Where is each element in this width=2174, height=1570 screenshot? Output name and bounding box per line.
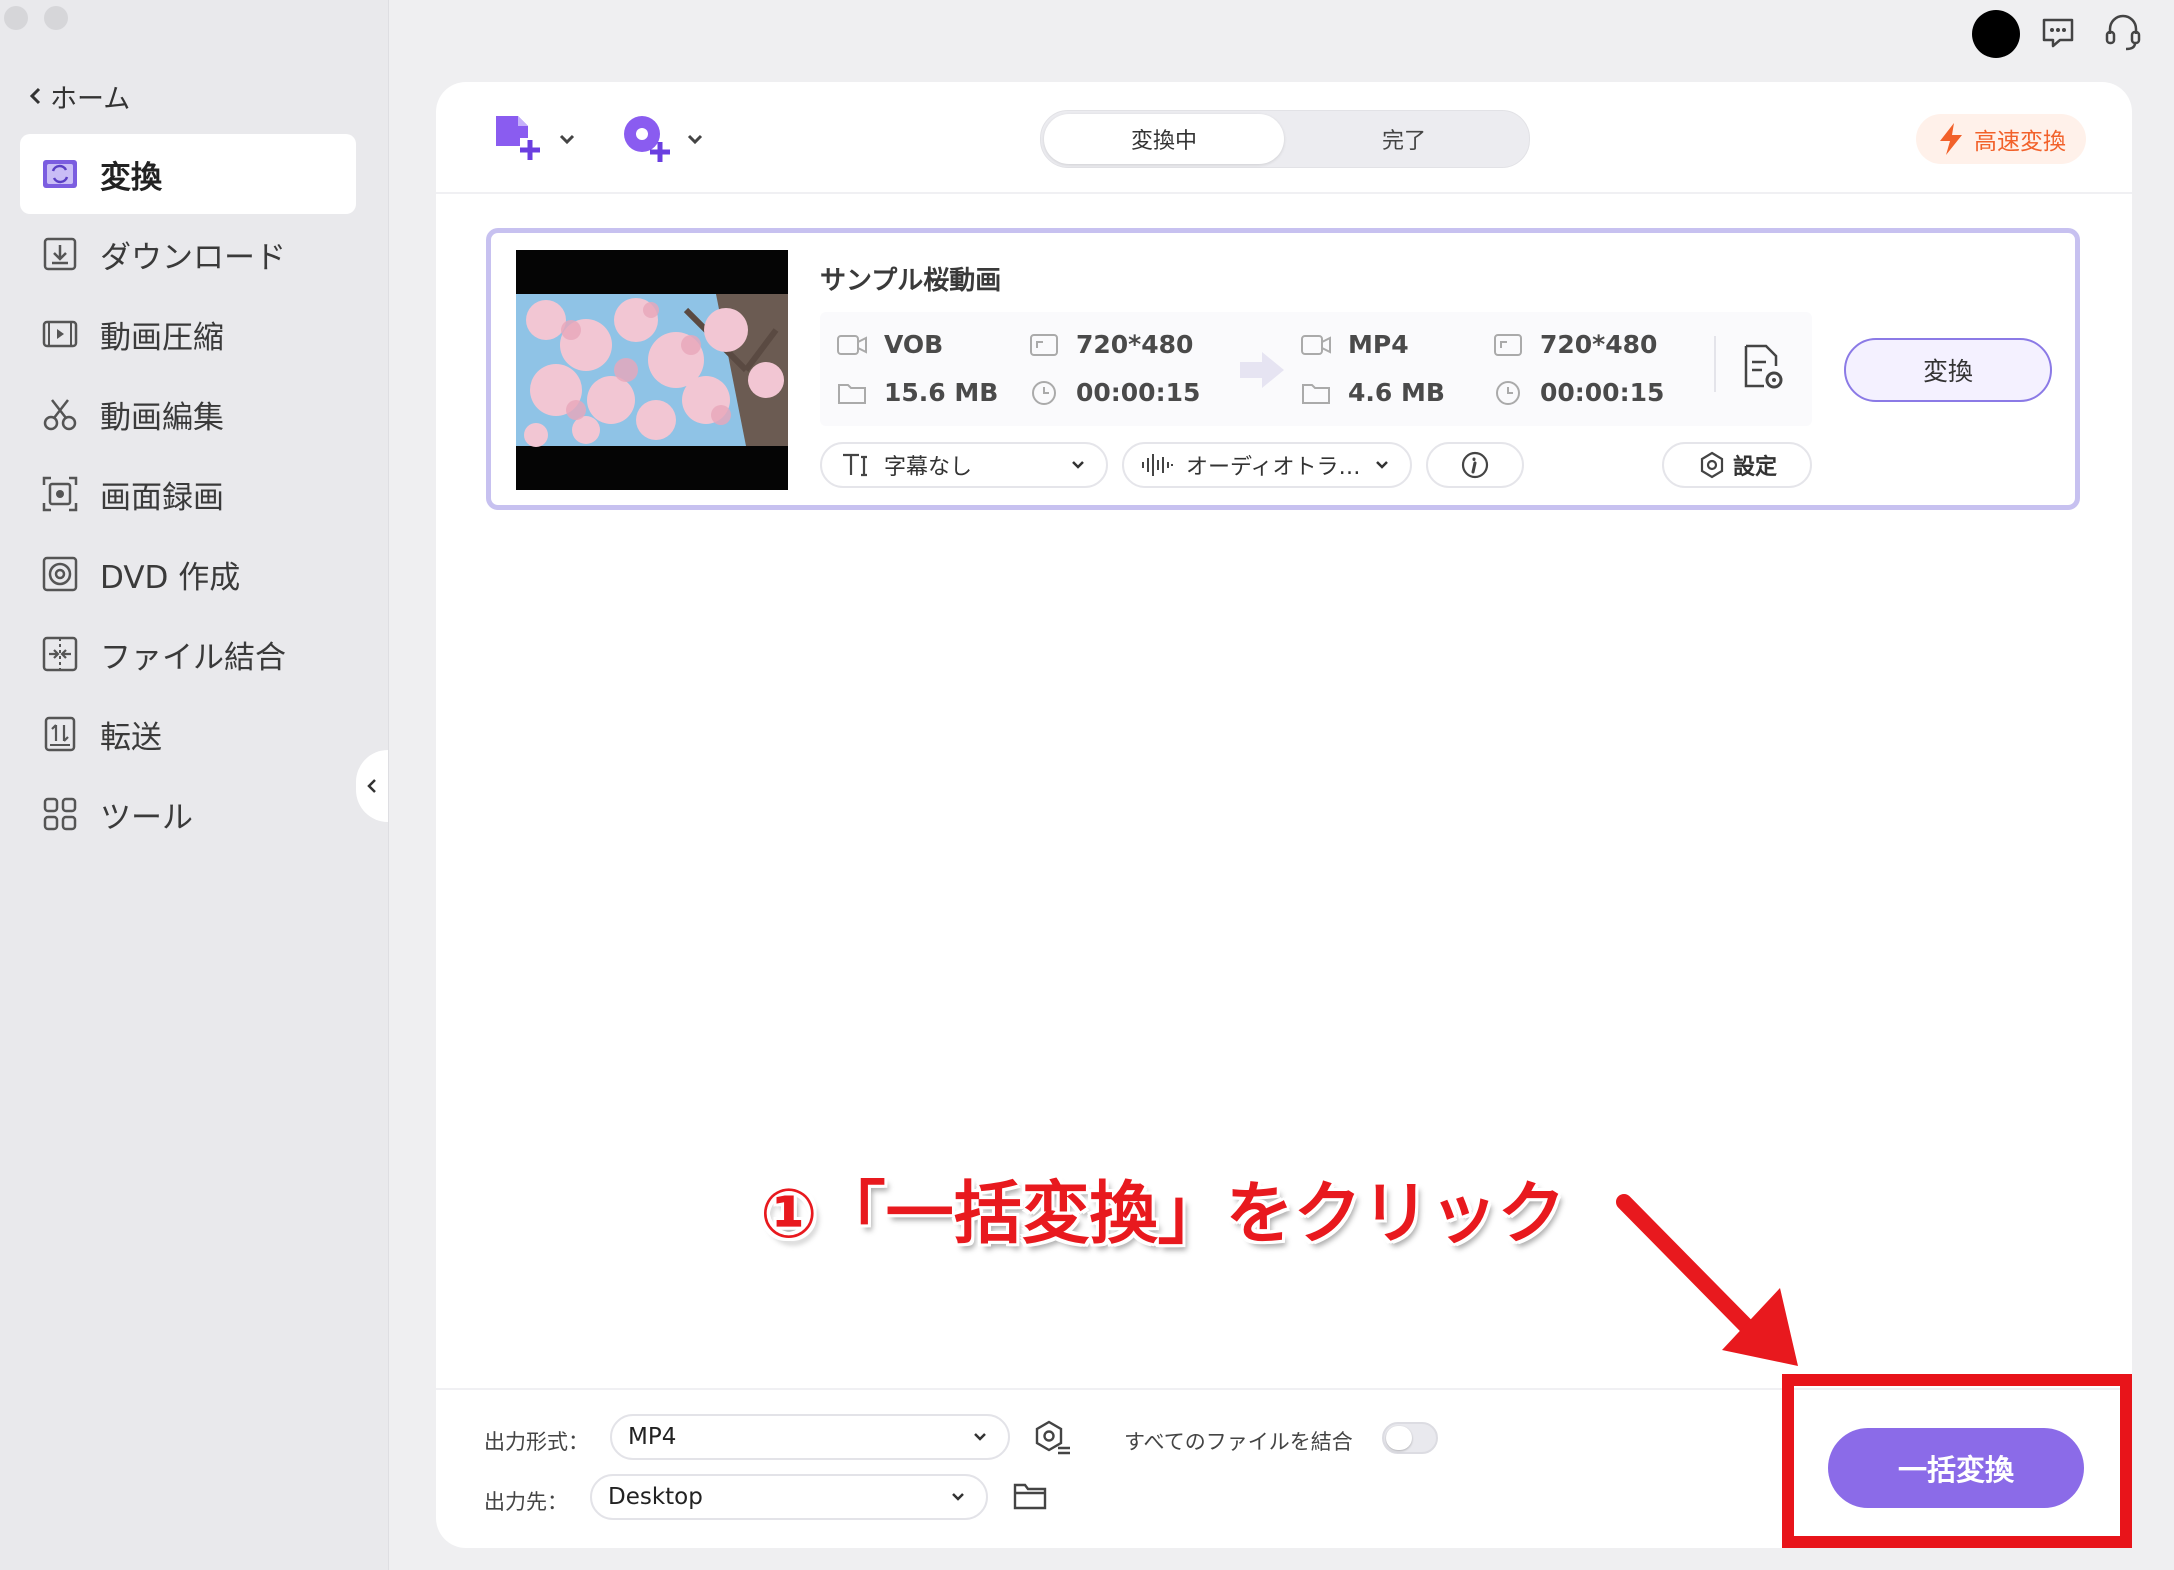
screen-record-icon (40, 474, 80, 514)
output-settings-icon[interactable] (1738, 342, 1788, 392)
subtitle-icon (840, 452, 870, 478)
tools-icon (40, 794, 80, 834)
sidebar-item-edit[interactable]: 動画編集 (20, 374, 356, 454)
output-format-label: 出力形式： (484, 1430, 589, 1454)
sidebar-item-label: DVD 作成 (100, 559, 241, 596)
target-duration: 00:00:15 (1540, 378, 1665, 407)
target-format: MP4 (1348, 330, 1409, 359)
lightning-icon (1936, 121, 1966, 157)
sidebar-item-merge[interactable]: ファイル結合 (20, 614, 356, 694)
spec-divider (1714, 336, 1716, 392)
annotation-arrow-icon (1610, 1180, 1810, 1380)
chevron-down-icon (950, 1491, 966, 1503)
subtitle-select[interactable]: 字幕なし (820, 442, 1108, 488)
window-close-button[interactable] (4, 6, 28, 30)
sidebar-item-label: 変換 (100, 159, 162, 196)
output-format-value: MP4 (628, 1424, 677, 1450)
settings-label: 設定 (1732, 455, 1777, 480)
file-specs-panel (820, 312, 1812, 426)
tab-converting[interactable]: 変換中 (1044, 114, 1284, 164)
sidebar-item-label: 動画編集 (100, 399, 224, 436)
folder-icon (836, 380, 868, 406)
source-duration: 00:00:15 (1076, 378, 1201, 407)
sidebar-item-download[interactable]: ダウンロード (20, 214, 356, 294)
add-disc-button[interactable] (620, 112, 672, 164)
chevron-down-icon (1070, 459, 1086, 471)
arrow-right-icon (1236, 348, 1288, 392)
output-format-select[interactable]: MP4 (610, 1414, 1010, 1460)
add-file-button[interactable] (492, 112, 544, 164)
source-format: VOB (884, 330, 944, 359)
compress-icon (40, 314, 80, 354)
resolution-icon (1028, 332, 1060, 358)
download-icon (40, 234, 80, 274)
open-folder-icon[interactable] (1012, 1480, 1048, 1512)
add-file-dropdown-icon[interactable] (558, 132, 576, 146)
settings-button[interactable]: 設定 (1662, 442, 1812, 488)
window-minimize-button[interactable] (44, 6, 68, 30)
chevron-down-icon (972, 1431, 988, 1443)
source-size: 15.6 MB (884, 378, 999, 407)
sidebar-item-dvd[interactable]: DVD 作成 (20, 534, 356, 614)
output-destination-label: 出力先： (484, 1490, 568, 1514)
format-settings-icon[interactable] (1032, 1418, 1072, 1458)
output-destination-select[interactable]: Desktop (590, 1474, 988, 1520)
transfer-icon (40, 714, 80, 754)
audio-track-select[interactable]: オーディオトラ… (1122, 442, 1412, 488)
sidebar-item-label: 画面録画 (100, 479, 224, 516)
add-disc-dropdown-icon[interactable] (686, 132, 704, 146)
chevron-down-icon (1374, 459, 1390, 471)
output-destination-value: Desktop (608, 1484, 703, 1510)
feedback-icon[interactable] (2040, 14, 2076, 50)
source-resolution: 720*480 (1076, 330, 1194, 359)
sidebar-item-label: 動画圧縮 (100, 319, 224, 356)
toggle-knob (1386, 1426, 1412, 1450)
add-disc-icon (620, 112, 672, 164)
dvd-icon (40, 554, 80, 594)
fast-convert-button[interactable]: 高速変換 (1916, 114, 2086, 164)
sidebar-item-label: ツール (100, 799, 193, 836)
toolbar-divider (436, 192, 2132, 194)
audio-track-label: オーディオトラ… (1186, 455, 1361, 480)
annotation-callout: ①「一括変換」をクリック (760, 1175, 1566, 1254)
sidebar-item-label: 転送 (100, 719, 162, 756)
target-resolution: 720*480 (1540, 330, 1658, 359)
chevron-left-icon (28, 86, 42, 106)
chevron-left-icon (366, 777, 378, 795)
clock-icon (1028, 380, 1060, 406)
video-thumbnail[interactable] (516, 250, 788, 490)
target-size: 4.6 MB (1348, 378, 1445, 407)
merge-icon (40, 634, 80, 674)
sidebar-item-transfer[interactable]: 転送 (20, 694, 356, 774)
scissors-icon (40, 394, 80, 434)
info-icon (1460, 450, 1490, 480)
fast-convert-label: 高速変換 (1974, 129, 2066, 155)
annotation-highlight-box (1782, 1374, 2132, 1548)
video-format-icon (836, 332, 868, 358)
add-file-icon (492, 112, 544, 164)
subtitle-label: 字幕なし (884, 455, 973, 480)
sidebar-item-screen-record[interactable]: 画面録画 (20, 454, 356, 534)
sidebar-item-tools[interactable]: ツール (20, 774, 356, 854)
sidebar-item-label: ファイル結合 (100, 639, 286, 676)
tab-done[interactable]: 完了 (1284, 114, 1524, 164)
merge-files-label: すべてのファイルを結合 (1124, 1430, 1353, 1454)
convert-button[interactable]: 変換 (1844, 338, 2052, 402)
headset-icon[interactable] (2104, 12, 2142, 52)
back-home-link[interactable]: ホーム (28, 76, 130, 116)
resolution-icon (1492, 332, 1524, 358)
sidebar-item-compress[interactable]: 動画圧縮 (20, 294, 356, 374)
video-format-icon (1300, 332, 1332, 358)
back-home-label: ホーム (50, 83, 131, 115)
avatar[interactable] (1972, 10, 2020, 58)
sidebar-item-label: ダウンロード (100, 239, 286, 276)
file-title[interactable]: サンプル桜動画 (820, 260, 1001, 297)
convert-icon (40, 154, 80, 194)
audio-wave-icon (1140, 452, 1174, 478)
info-button[interactable] (1426, 442, 1524, 488)
settings-gear-icon (1697, 450, 1727, 480)
folder-icon (1300, 380, 1332, 406)
sidebar-item-convert[interactable]: 変換 (20, 134, 356, 214)
clock-icon (1492, 380, 1524, 406)
